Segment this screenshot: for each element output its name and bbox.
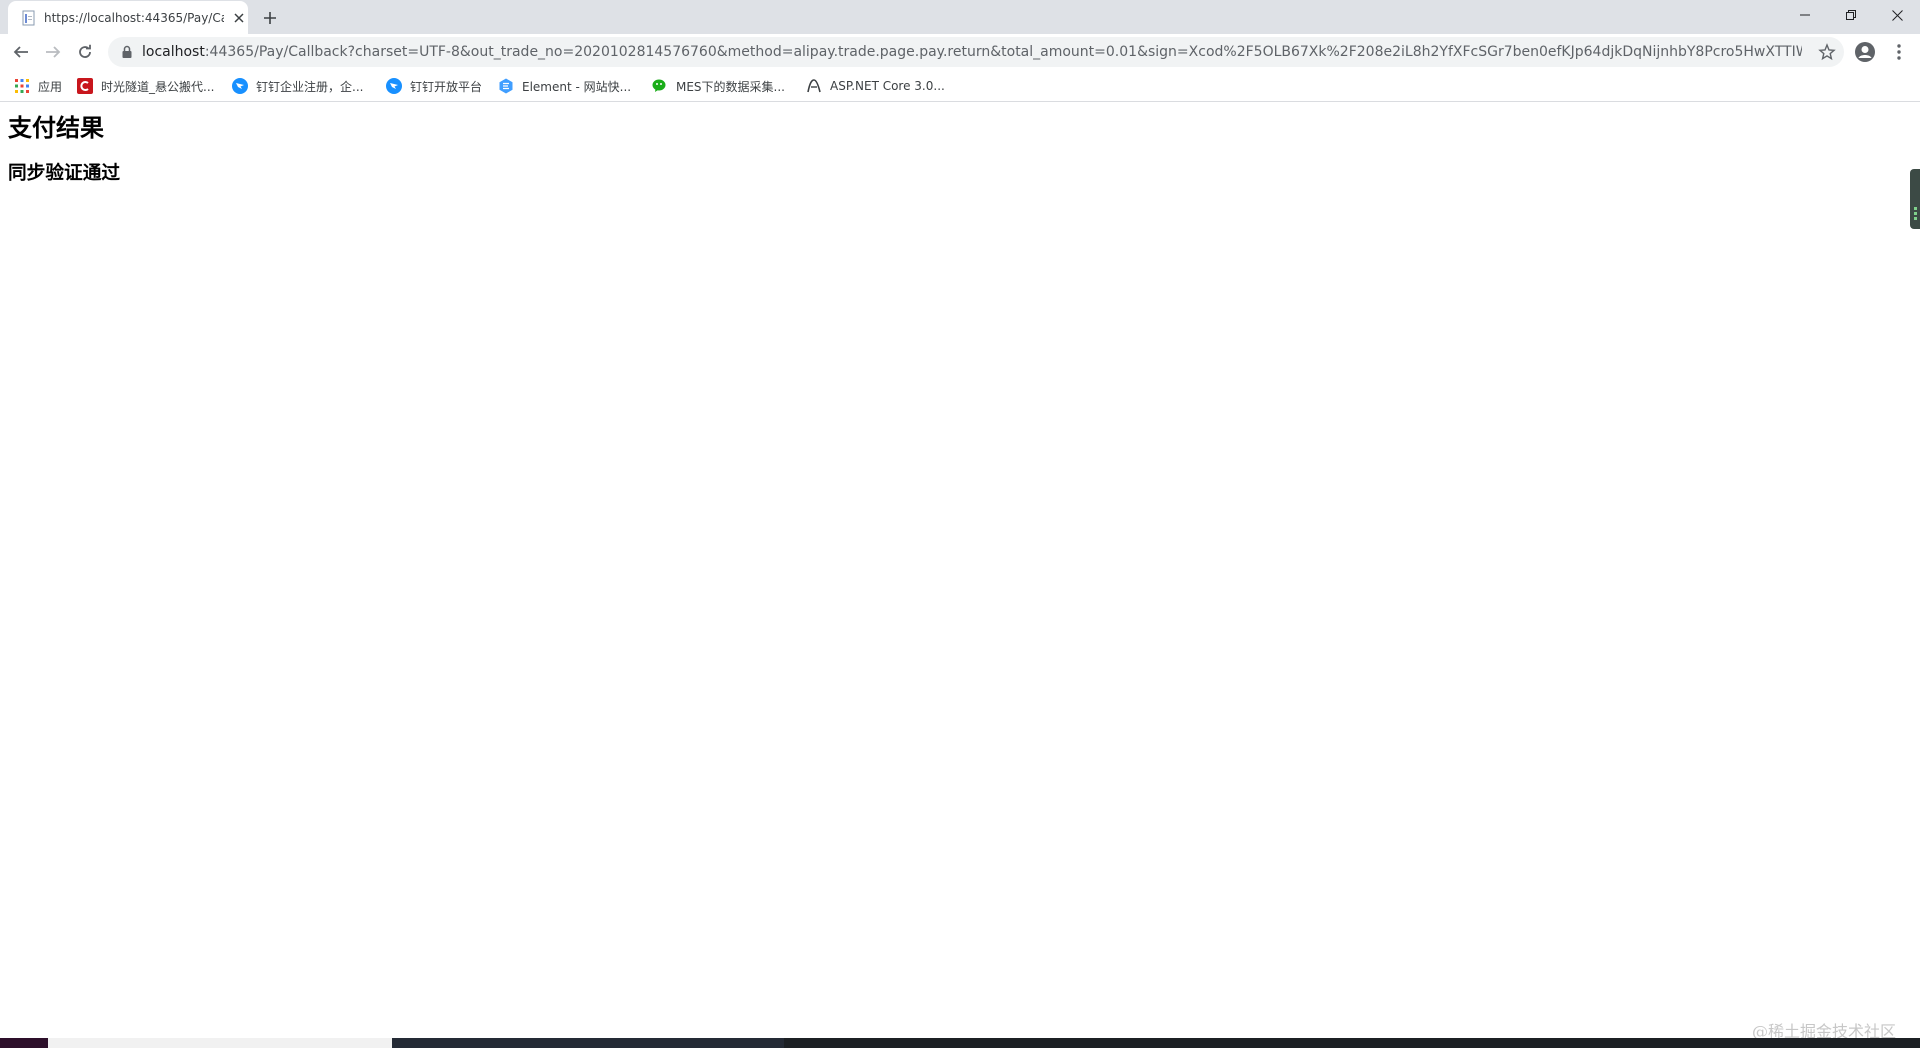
reload-icon[interactable] [71, 38, 99, 66]
restore-window-icon[interactable] [1828, 0, 1874, 30]
tab-title: https://localhost:44365/Pay/Callback [44, 11, 224, 25]
bookmark-apps[interactable]: 应用 [14, 76, 62, 96]
wechat-icon [652, 79, 666, 92]
bookmark-label: Element - 网站快... [522, 79, 632, 94]
minimize-window-icon[interactable] [1782, 0, 1828, 30]
os-taskbar [0, 1038, 1920, 1048]
profile-avatar-icon[interactable] [1854, 41, 1876, 63]
bookmark-star-icon[interactable] [1818, 43, 1836, 61]
bookmark-item[interactable]: MES下的数据采集... [652, 76, 785, 96]
bookmark-label: 钉钉开放平台 [410, 79, 483, 94]
url-host: localhost [142, 44, 205, 60]
menu-kebab-icon[interactable] [1888, 41, 1910, 63]
url-path: :44365/Pay/Callback?charset=UTF-8&out_tr… [204, 44, 1802, 60]
bookmark-label: 应用 [38, 79, 63, 94]
tab-strip: https://localhost:44365/Pay/Callback [0, 0, 1920, 34]
url-text[interactable]: localhost:44365/Pay/Callback?charset=UTF… [142, 43, 1802, 61]
browser-toolbar: localhost:44365/Pay/Callback?charset=UTF… [0, 34, 1920, 70]
verification-status: 同步验证通过 [8, 163, 121, 184]
aspnet-icon [807, 79, 821, 93]
page-content: 支付结果 同步验证通过 [0, 103, 1920, 1038]
bookmark-item[interactable]: 钉钉企业注册，企... [232, 76, 363, 96]
close-window-icon[interactable] [1874, 0, 1920, 30]
address-bar[interactable]: localhost:44365/Pay/Callback?charset=UTF… [108, 37, 1844, 67]
bookmark-item[interactable]: 钉钉开放平台 [386, 76, 482, 96]
bookmarks-bar: 应用 时光隧道_悬公搬代... 钉钉企业注册，企... 钉钉开放平台 Eleme… [0, 70, 1920, 102]
side-panel-handle[interactable] [1910, 169, 1920, 229]
bookmark-label: MES下的数据采集... [676, 79, 785, 94]
browser-tab[interactable]: https://localhost:44365/Pay/Callback [8, 1, 248, 34]
element-icon [499, 78, 513, 94]
page-favicon-icon [22, 10, 35, 26]
apps-grid-icon [15, 79, 29, 93]
lock-icon[interactable] [120, 45, 134, 59]
dingtalk-icon [386, 78, 402, 94]
new-tab-icon[interactable] [258, 6, 282, 30]
forward-arrow-icon[interactable] [39, 38, 67, 66]
dingtalk-icon [232, 78, 248, 94]
back-arrow-icon[interactable] [7, 38, 35, 66]
close-tab-icon[interactable] [230, 9, 248, 27]
bookmark-item[interactable]: 时光隧道_悬公搬代... [77, 76, 214, 96]
bookmark-label: 钉钉企业注册，企... [256, 79, 364, 94]
bookmark-item[interactable]: Element - 网站快... [498, 76, 631, 96]
bookmark-label: 时光隧道_悬公搬代... [101, 79, 215, 94]
red-c-icon [77, 78, 93, 94]
bookmark-label: ASP.NET Core 3.0... [830, 79, 945, 93]
page-title: 支付结果 [8, 114, 104, 142]
bookmark-item[interactable]: ASP.NET Core 3.0... [806, 76, 945, 96]
